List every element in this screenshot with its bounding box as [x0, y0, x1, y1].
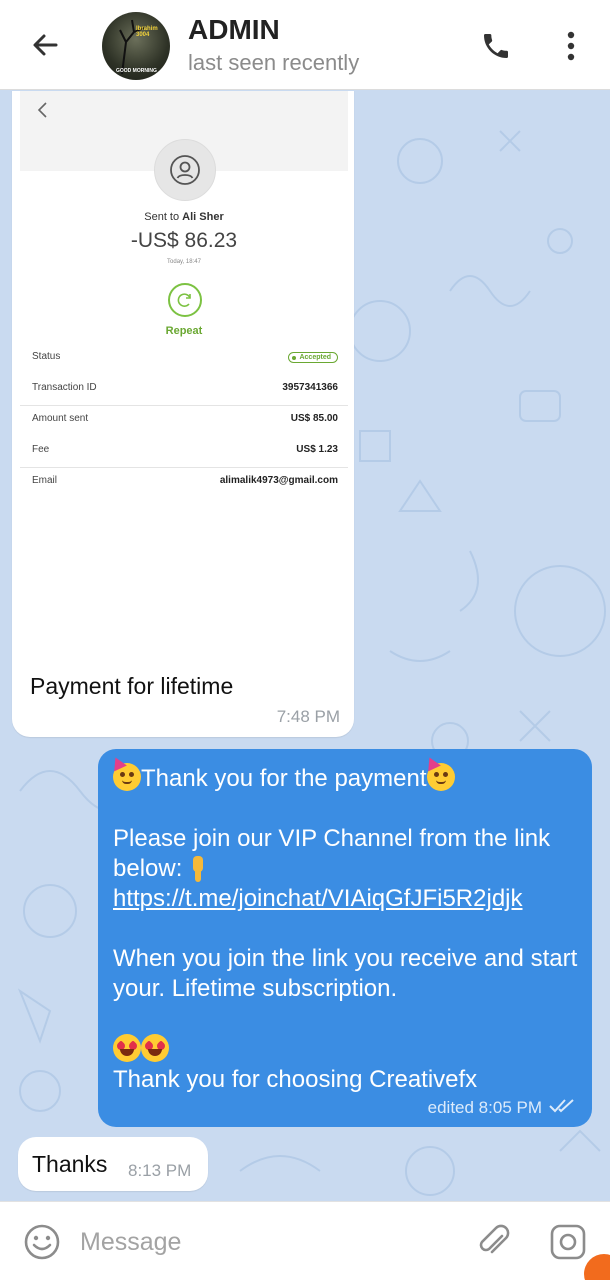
- message-time: 7:48 PM: [276, 707, 340, 726]
- emoji-icon[interactable]: [22, 1222, 62, 1262]
- message-line: https://t.me/joinchat/VIAiqGfJFi5R2jdjk: [113, 884, 583, 914]
- outgoing-message[interactable]: Thank you for the payment Please join ou…: [98, 749, 592, 1127]
- repeat-label: Repeat: [165, 325, 203, 337]
- row-label: Fee: [32, 444, 50, 455]
- back-arrow-icon[interactable]: [26, 26, 64, 64]
- row-value: 3957341366: [282, 382, 338, 393]
- thank-you-text: Thank you for the payment: [141, 765, 427, 792]
- incoming-photo-message[interactable]: Sent to Ali Sher -US$ 86.23 Today, 18:47…: [12, 91, 354, 737]
- heart-eyes-emoji: [141, 1034, 169, 1062]
- message-line: [113, 1034, 583, 1065]
- row-value: US$ 85.00: [290, 413, 338, 424]
- screenshot-back-icon: [32, 99, 54, 121]
- chat-header: Ibrahim 3004 GOOD MORNING ADMIN last see…: [0, 0, 610, 90]
- row-label: Transaction ID: [32, 382, 97, 393]
- join-text: Please join our VIP Channel from the lin…: [113, 825, 551, 882]
- phone-icon[interactable]: [476, 26, 516, 66]
- row-label: Amount sent: [32, 413, 89, 424]
- message-text: Thank you for the payment Please join ou…: [113, 763, 583, 1095]
- avatar[interactable]: Ibrahim 3004 GOOD MORNING: [102, 12, 170, 80]
- recipient-name: Ali Sher: [182, 211, 224, 223]
- avatar-text-top: Ibrahim 3004: [136, 26, 158, 38]
- payment-screenshot-image[interactable]: Sent to Ali Sher -US$ 86.23 Today, 18:47…: [20, 91, 348, 662]
- partying-face-emoji: [426, 763, 455, 791]
- avatar-text-bottom: GOOD MORNING: [116, 68, 157, 74]
- row-transaction-id: Transaction ID 3957341366: [32, 374, 338, 404]
- status-badge: Accepted: [288, 352, 338, 363]
- message-time: edited 8:05 PM: [427, 1097, 542, 1117]
- message-line: Thank you for the payment: [113, 763, 583, 794]
- repeat-icon: [168, 283, 202, 317]
- message-caption: Payment for lifetime: [30, 673, 234, 699]
- message-composer: [0, 1201, 610, 1280]
- row-amount-sent: Amount sent US$ 85.00: [32, 405, 338, 435]
- transfer-date: Today, 18:47: [167, 259, 201, 265]
- sent-to-prefix: Sent to: [144, 211, 180, 223]
- chat-area[interactable]: Sent to Ali Sher -US$ 86.23 Today, 18:47…: [0, 91, 610, 1201]
- recipient-avatar-icon: [154, 139, 216, 201]
- row-value: US$ 1.23: [296, 444, 338, 455]
- message-line: When you join the link you receive and s…: [113, 945, 578, 1002]
- camera-icon[interactable]: [548, 1222, 588, 1262]
- message-input[interactable]: [80, 1224, 460, 1260]
- row-email: Email alimalik4973@gmail.com: [32, 467, 338, 497]
- last-seen-status: last seen recently: [188, 50, 360, 75]
- sent-to-line: Sent to Ali Sher: [20, 211, 348, 223]
- more-vertical-icon[interactable]: [556, 26, 586, 66]
- row-label: Status: [32, 351, 61, 362]
- message-time: 8:13 PM: [128, 1161, 192, 1180]
- chat-title[interactable]: ADMIN: [188, 14, 280, 46]
- partying-face-emoji: [113, 763, 141, 791]
- row-label: Email: [32, 475, 58, 486]
- double-check-icon: [548, 1097, 576, 1118]
- transfer-amount: -US$ 86.23: [130, 229, 238, 252]
- message-line: Thank you for choosing Creativefx: [113, 1066, 478, 1093]
- row-value: alimalik4973@gmail.com: [219, 475, 338, 486]
- message-line: Please join our VIP Channel from the lin…: [113, 824, 583, 884]
- row-status: Status Accepted: [32, 343, 338, 373]
- pointing-down-emoji: [189, 856, 207, 882]
- row-fee: Fee US$ 1.23: [32, 436, 338, 466]
- heart-eyes-emoji: [113, 1034, 141, 1062]
- invite-link[interactable]: https://t.me/joinchat/VIAiqGfJFi5R2jdjk: [113, 885, 523, 912]
- message-text: Thanks: [32, 1151, 108, 1177]
- incoming-message[interactable]: Thanks 8:13 PM: [18, 1137, 208, 1191]
- message-meta: edited 8:05 PM: [428, 1097, 576, 1118]
- attachment-icon[interactable]: [474, 1222, 514, 1262]
